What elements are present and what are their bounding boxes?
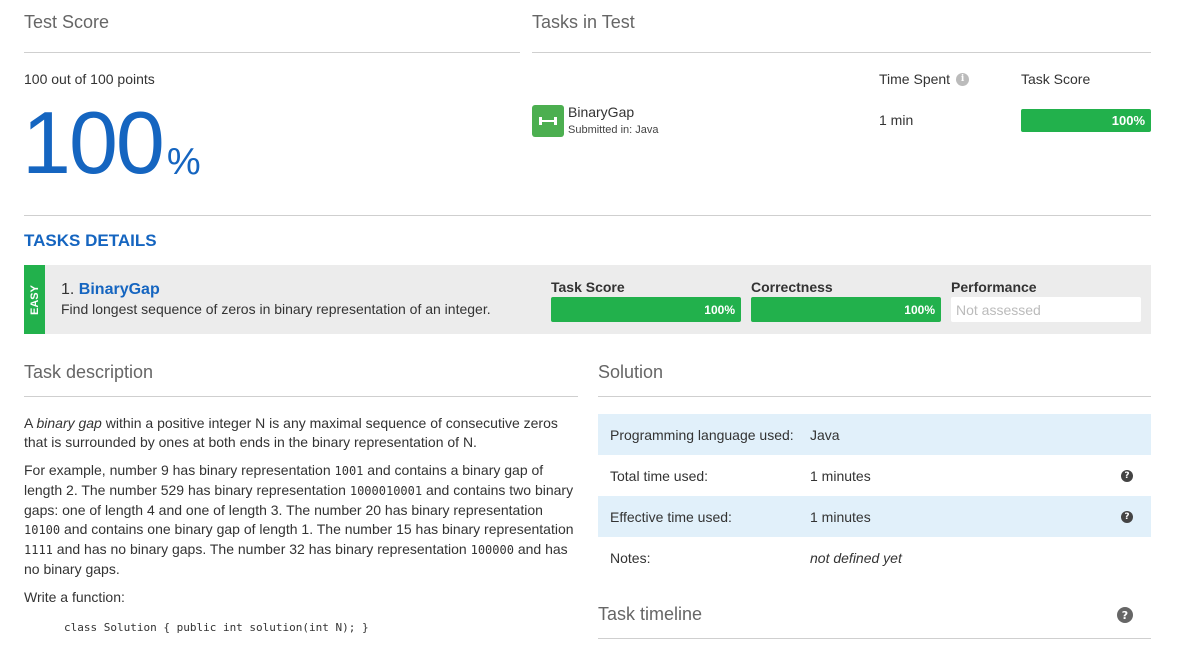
difficulty-badge: EASY	[24, 265, 45, 334]
big-score: 100 %	[22, 88, 201, 188]
row-key: Total time used:	[610, 467, 709, 484]
description-paragraph: A binary gap within a positive integer N…	[24, 415, 558, 450]
time-spent-header: Time Spent i	[879, 71, 970, 87]
correctness-meter-fill: 100%	[751, 297, 941, 322]
test-score-title: Test Score	[24, 12, 110, 32]
task-heading: 1. BinaryGap	[61, 281, 160, 299]
term-binary-gap: binary gap	[36, 415, 102, 431]
task-score-label: Task Score	[551, 279, 625, 295]
task-timeline-title: Task timeline	[598, 604, 703, 624]
task-score-bar: 100%	[1021, 109, 1151, 132]
task-score-bar-fill: 100%	[1021, 109, 1151, 132]
points-text: 100 out of 100 points	[24, 71, 155, 87]
help-icon[interactable]: ?	[1117, 607, 1133, 623]
solution-row-total-time: Total time used: 1 minutes ?	[598, 455, 1151, 496]
big-score-percent: %	[166, 141, 201, 183]
function-signature: class Solution { public int solution(int…	[64, 621, 369, 634]
task-score-bar-label: 100%	[1111, 113, 1145, 128]
divider	[24, 396, 578, 397]
correctness-label: Correctness	[751, 279, 833, 295]
description-paragraph: Write a function:	[24, 589, 125, 605]
performance-meter: Not assessed	[951, 297, 1141, 322]
task-score-meter-label: 100%	[704, 302, 735, 317]
submitted-in: Submitted in: Java	[568, 124, 659, 136]
help-icon[interactable]: ?	[1121, 511, 1133, 523]
performance-label: Performance	[951, 279, 1037, 295]
task-score-meter: 100%	[551, 297, 741, 322]
divider	[24, 215, 1151, 216]
task-summary: Find longest sequence of zeros in binary…	[61, 301, 491, 317]
row-key: Notes:	[610, 549, 651, 566]
time-spent-label: Time Spent	[879, 71, 951, 87]
row-value: 1 minutes	[810, 508, 871, 525]
divider	[532, 52, 1151, 53]
difficulty-label: EASY	[28, 284, 41, 315]
task-score-header: Task Score	[1021, 71, 1091, 87]
big-score-value: 100	[22, 93, 165, 192]
row-value: not defined yet	[810, 549, 902, 566]
task-number: 1.	[61, 281, 75, 298]
divider	[598, 396, 1151, 397]
time-spent-value: 1 min	[879, 112, 914, 128]
correctness-meter-label: 100%	[904, 302, 935, 317]
divider	[598, 638, 1151, 639]
row-key: Programming language used:	[610, 426, 794, 443]
task-detail-card: EASY 1. BinaryGap Find longest sequence …	[24, 265, 1151, 334]
tasks-in-test-title: Tasks in Test	[532, 12, 635, 32]
task-name-link[interactable]: BinaryGap	[79, 281, 160, 298]
task-link-binarygap[interactable]: BinaryGap	[568, 104, 634, 120]
info-icon[interactable]: i	[956, 72, 970, 86]
solution-title: Solution	[598, 362, 664, 382]
row-value: Java	[810, 426, 840, 443]
task-description-title: Task description	[24, 362, 154, 382]
row-key: Effective time used:	[610, 508, 732, 525]
task-description-body: A binary gap within a positive integer N…	[24, 414, 580, 634]
solution-row-notes: Notes: not defined yet	[598, 537, 1151, 578]
tasks-details-title: TASKS DETAILS	[24, 231, 157, 250]
solution-row-language: Programming language used: Java	[598, 414, 1151, 455]
row-value: 1 minutes	[810, 467, 871, 484]
correctness-meter: 100%	[751, 297, 941, 322]
description-paragraph: For example, number 9 has binary represe…	[24, 462, 574, 577]
divider	[24, 52, 520, 53]
solution-row-effective-time: Effective time used: 1 minutes ?	[598, 496, 1151, 537]
dumbbell-icon	[532, 105, 564, 137]
help-icon[interactable]: ?	[1121, 470, 1133, 482]
task-score-meter-fill: 100%	[551, 297, 741, 322]
